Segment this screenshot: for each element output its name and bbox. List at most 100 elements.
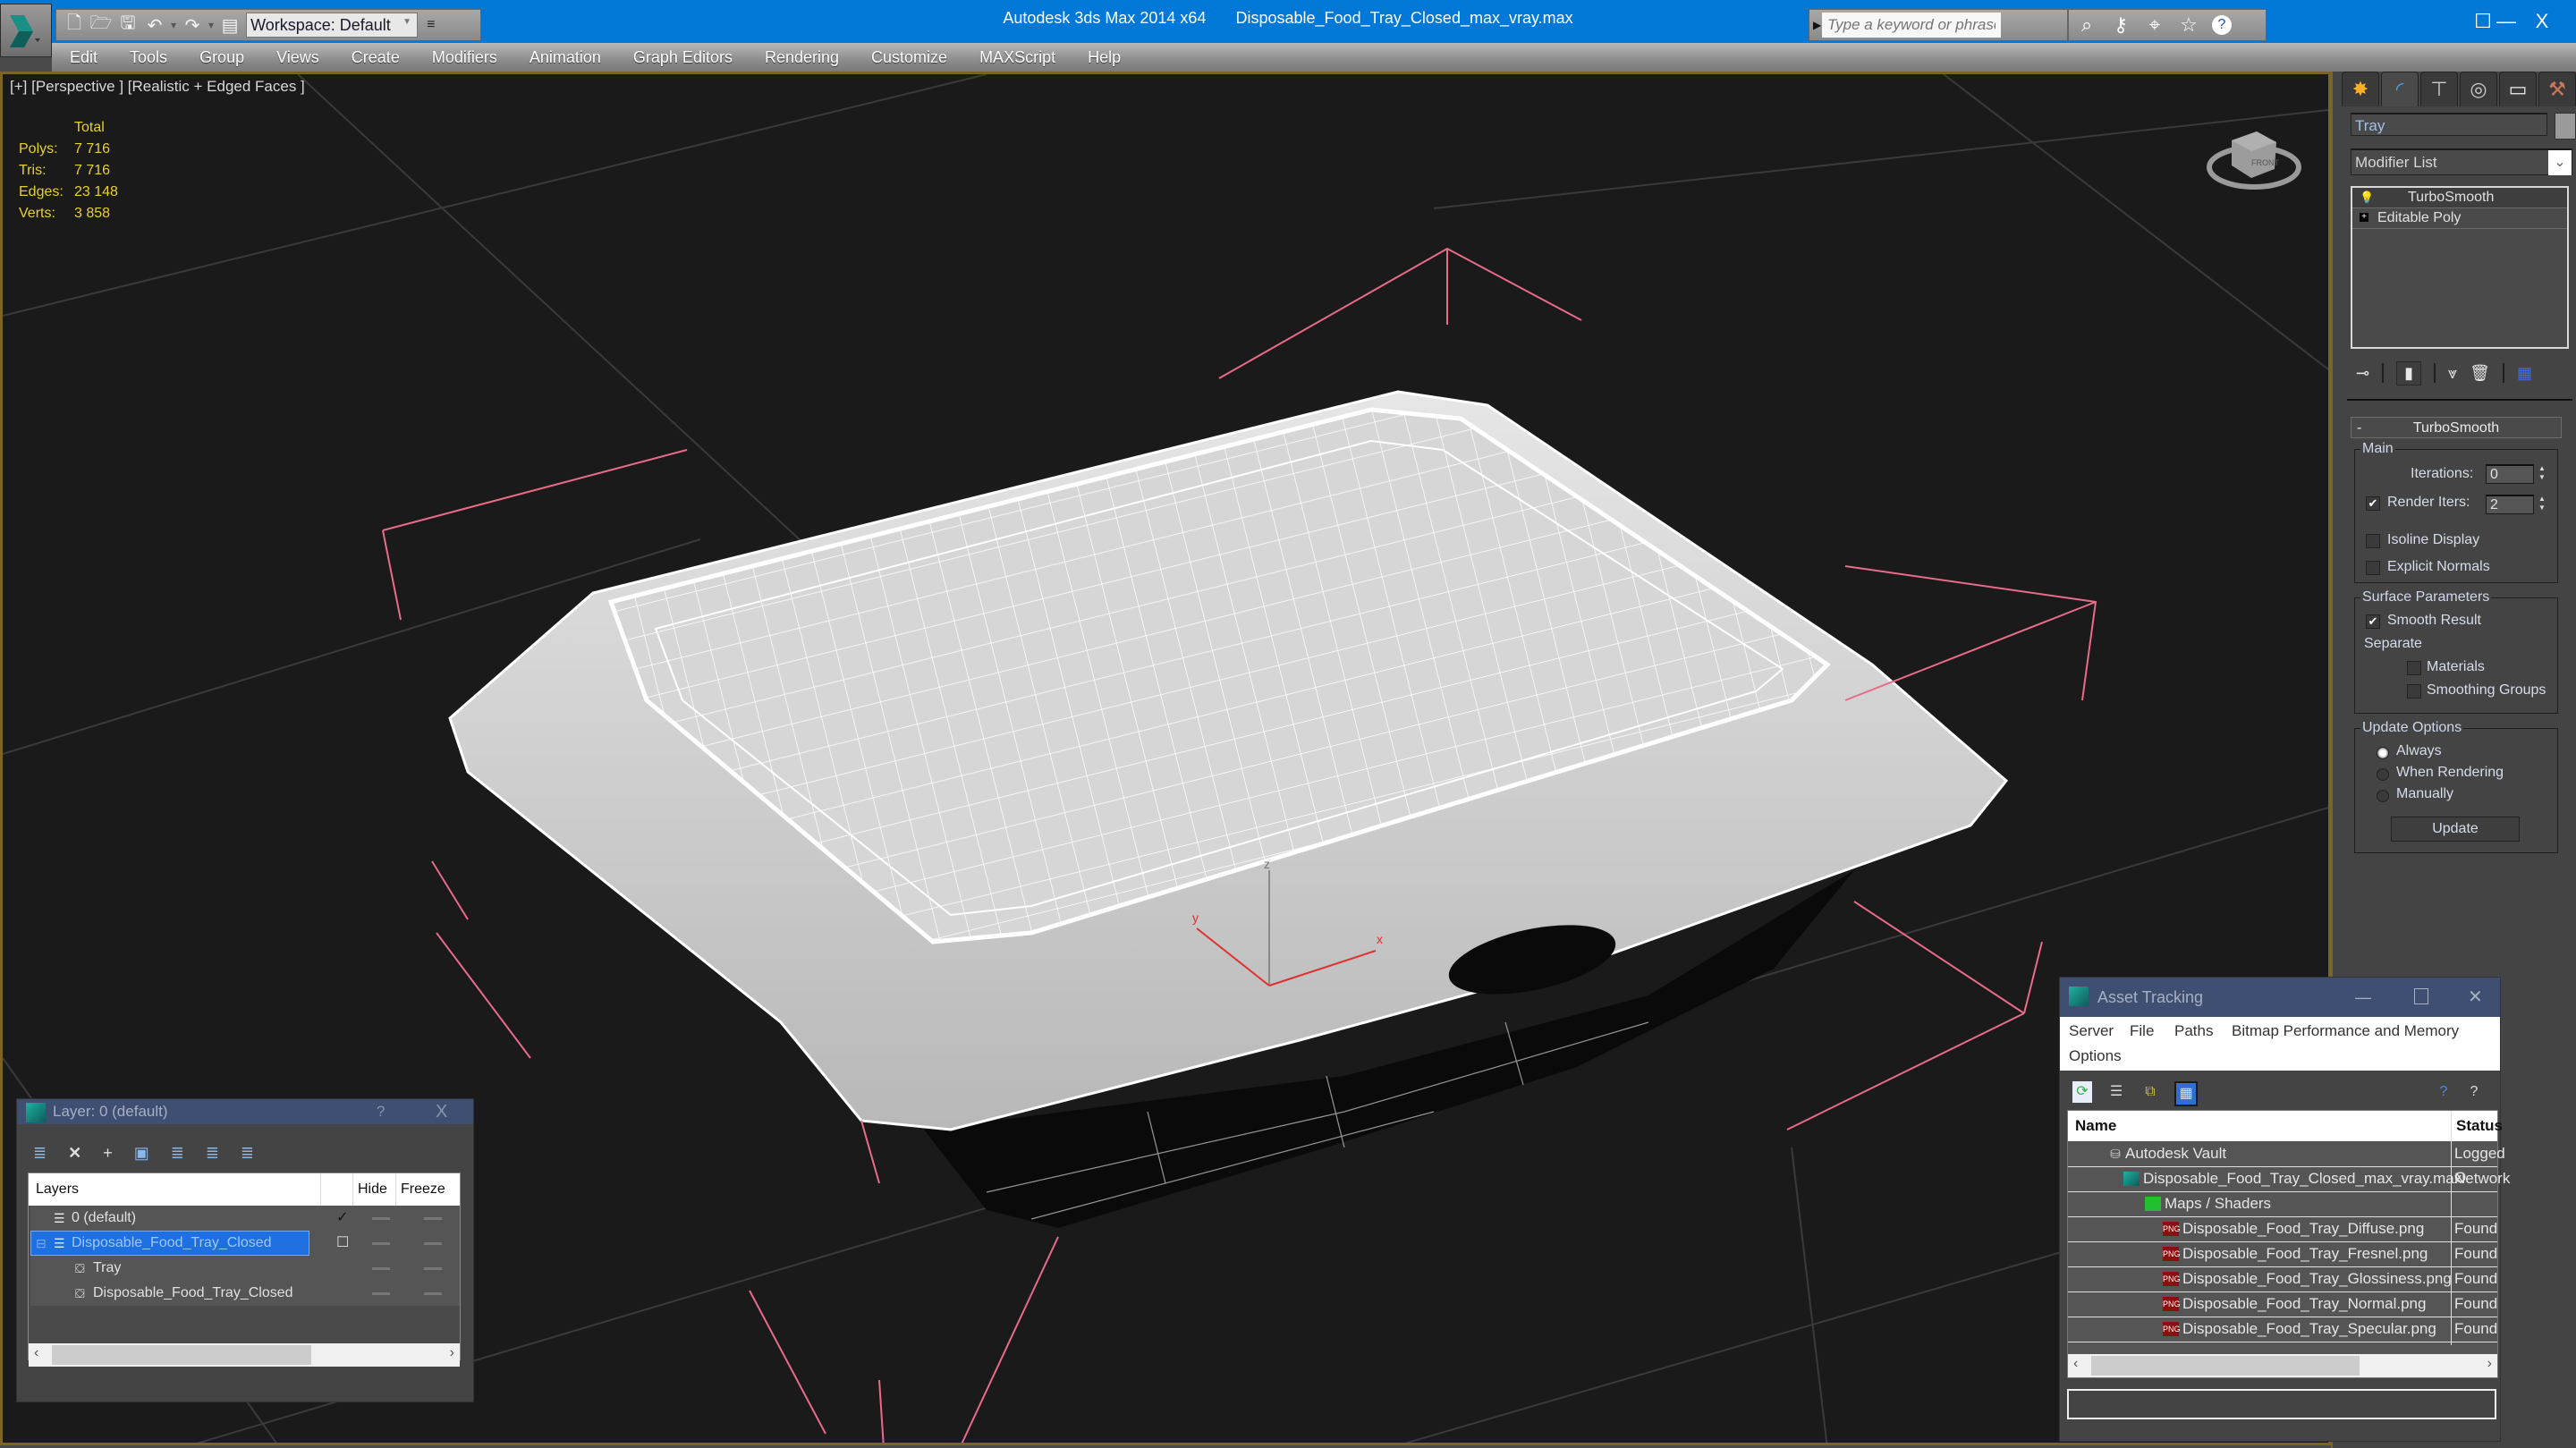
menu-server[interactable]: Server <box>2069 1022 2114 1040</box>
delete-layer-icon[interactable]: ✕ <box>68 1144 81 1163</box>
materials-checkbox[interactable] <box>2407 661 2421 675</box>
menu-edit[interactable]: Edit <box>52 48 114 67</box>
expand-plus-icon[interactable]: + <box>2360 213 2368 222</box>
rollout-header[interactable]: - TurboSmooth <box>2351 417 2562 438</box>
workspace-select[interactable]: Workspace: Default ▼ <box>246 13 419 38</box>
scroll-left-icon[interactable]: ‹ <box>2073 1356 2078 1372</box>
menu-animation[interactable]: Animation <box>513 48 617 67</box>
tree-view-icon[interactable]: ⧉ <box>2140 1081 2160 1103</box>
menu-file[interactable]: File <box>2130 1022 2154 1040</box>
menu-tools[interactable]: Tools <box>114 48 183 67</box>
close-button[interactable]: ✕ <box>2468 978 2483 1017</box>
scrollbar-thumb[interactable] <box>52 1345 311 1365</box>
tab-create[interactable]: ✸ <box>2342 72 2379 106</box>
tab-utilities[interactable]: ⚒ <box>2538 72 2576 106</box>
stack-item-turbosmooth[interactable]: 💡 TurboSmooth <box>2352 188 2567 208</box>
spinner-arrows-icon[interactable]: ▲ ▼ <box>2536 495 2548 514</box>
asset-row[interactable]: PNG Disposable_Food_Tray_Specular.png Foun… <box>2068 1317 2497 1342</box>
render-iters-checkbox[interactable]: ✔ <box>2366 496 2380 511</box>
freeze-toggle[interactable] <box>424 1242 442 1245</box>
menu-customize[interactable]: Customize <box>855 48 963 67</box>
asset-tracking-titlebar[interactable]: Asset Tracking — ✕ <box>2060 978 2500 1017</box>
radio-when-rendering[interactable] <box>2377 768 2389 781</box>
binoculars-icon[interactable]: ⌕ <box>2076 13 2097 37</box>
configure-sets-icon[interactable]: ▦ <box>2517 364 2532 383</box>
pin-stack-icon[interactable]: ⊸ <box>2356 364 2369 383</box>
show-end-result-icon[interactable]: ▮ <box>2396 360 2421 385</box>
redo-icon[interactable]: ↷ <box>182 14 203 36</box>
lightbulb-icon[interactable]: 💡 <box>2360 188 2374 207</box>
menu-maxscript[interactable]: MAXScript <box>963 48 1072 67</box>
menu-graph-editors[interactable]: Graph Editors <box>617 48 749 67</box>
project-folder-icon[interactable]: ▤ <box>219 14 241 36</box>
menu-paths[interactable]: Paths <box>2174 1022 2213 1040</box>
hide-toggle[interactable] <box>372 1292 390 1295</box>
horizontal-scrollbar[interactable]: ‹ › <box>29 1343 460 1367</box>
create-layer-icon[interactable]: ≣ <box>33 1144 47 1163</box>
column-status[interactable]: Status <box>2456 1111 2503 1141</box>
freeze-toggle[interactable] <box>424 1217 442 1220</box>
smoothing-groups-checkbox[interactable] <box>2407 684 2421 699</box>
layer-row[interactable]: ☰ 0 (default) ✓ <box>30 1206 460 1231</box>
search-input[interactable] <box>1822 13 2001 38</box>
asset-row[interactable]: Disposable_Food_Tray_Closed_max_vray.max… <box>2068 1166 2510 1192</box>
viewcube-icon[interactable]: FRONT <box>2205 114 2303 194</box>
freeze-toggle[interactable] <box>424 1292 442 1295</box>
layer-row[interactable]: ⊟ ☰ Disposable_Food_Tray_Closed ☐ <box>30 1231 460 1256</box>
menu-group[interactable]: Group <box>183 48 260 67</box>
scroll-right-icon[interactable]: › <box>2487 1356 2492 1372</box>
highlight-layer-icon[interactable]: ≣ <box>206 1144 219 1163</box>
close-button[interactable]: X <box>436 1099 447 1124</box>
select-layer-icon[interactable]: ≣ <box>171 1144 184 1163</box>
satellite-icon[interactable]: ⌖ <box>2144 13 2165 37</box>
column-freeze[interactable]: Freeze <box>401 1173 445 1206</box>
freeze-toggle[interactable] <box>424 1267 442 1270</box>
radio-always[interactable] <box>2377 747 2389 759</box>
layer-row[interactable]: ⛋ Disposable_Food_Tray_Closed <box>30 1281 460 1306</box>
object-color-swatch[interactable] <box>2555 113 2576 140</box>
menu-help[interactable]: Help <box>1072 48 1137 67</box>
menu-bitmap-performance[interactable]: Bitmap Performance and Memory <box>2232 1022 2459 1040</box>
menu-options[interactable]: Options <box>2069 1047 2122 1065</box>
radio-manually[interactable] <box>2377 790 2389 802</box>
object-name-field[interactable]: Tray <box>2351 113 2547 136</box>
menu-views[interactable]: Views <box>260 48 335 67</box>
asset-row[interactable]: PNG Disposable_Food_Tray_Diffuse.png Fou… <box>2068 1216 2497 1242</box>
open-folder-icon[interactable]: 🗁 <box>90 13 113 36</box>
spinner-arrows-icon[interactable]: ▲ ▼ <box>2536 464 2548 484</box>
maximize-button[interactable] <box>2414 988 2428 1004</box>
save-icon[interactable]: 🖫 <box>117 13 139 36</box>
layer-row[interactable]: ⛋ Tray <box>30 1256 460 1281</box>
add-to-layer-icon[interactable]: + <box>103 1144 113 1163</box>
render-iters-spinner[interactable]: 2 <box>2486 495 2534 514</box>
help-globe-icon[interactable]: ? <box>2434 1081 2453 1103</box>
help-button[interactable]: ? <box>377 1099 385 1124</box>
remove-modifier-icon[interactable]: 🗑 <box>2470 364 2490 383</box>
asset-row[interactable]: PNG Disposable_Food_Tray_Fresnel.png Fou… <box>2068 1241 2497 1267</box>
layer-dialog-titlebar[interactable]: Layer: 0 (default) ? X <box>17 1099 473 1124</box>
tab-hierarchy[interactable]: ⊤ <box>2420 72 2458 106</box>
star-icon[interactable]: ☆ <box>2178 13 2199 37</box>
help-pointer-icon[interactable]: ? <box>2464 1081 2484 1103</box>
explicit-normals-checkbox[interactable] <box>2366 561 2380 575</box>
iterations-spinner[interactable]: 0 <box>2486 464 2534 484</box>
active-layer-check[interactable]: ☐ <box>336 1231 349 1256</box>
freeze-layer-icon[interactable]: ≣ <box>241 1144 254 1163</box>
make-unique-icon[interactable]: ⩔ <box>2448 364 2457 383</box>
hide-toggle[interactable] <box>372 1267 390 1270</box>
smooth-result-checkbox[interactable]: ✔ <box>2366 614 2380 629</box>
select-objects-icon[interactable]: ▣ <box>134 1144 149 1163</box>
column-name[interactable]: Name <box>2075 1111 2116 1141</box>
toolbar-overflow-icon[interactable]: ≡ <box>427 17 435 33</box>
scroll-left-icon[interactable]: ‹ <box>34 1345 38 1361</box>
list-view-icon[interactable]: ☰ <box>2106 1081 2126 1103</box>
redo-dropdown-icon[interactable]: ▾ <box>208 19 214 31</box>
menu-create[interactable]: Create <box>335 48 416 67</box>
asset-row[interactable]: Maps / Shaders <box>2068 1191 2497 1217</box>
scroll-right-icon[interactable]: › <box>450 1345 454 1361</box>
table-view-icon[interactable]: ▦ <box>2174 1081 2198 1106</box>
column-hide[interactable]: Hide <box>358 1173 387 1206</box>
active-layer-check[interactable]: ✓ <box>336 1206 348 1231</box>
menu-rendering[interactable]: Rendering <box>749 48 855 67</box>
tab-display[interactable]: ▭ <box>2499 72 2537 106</box>
